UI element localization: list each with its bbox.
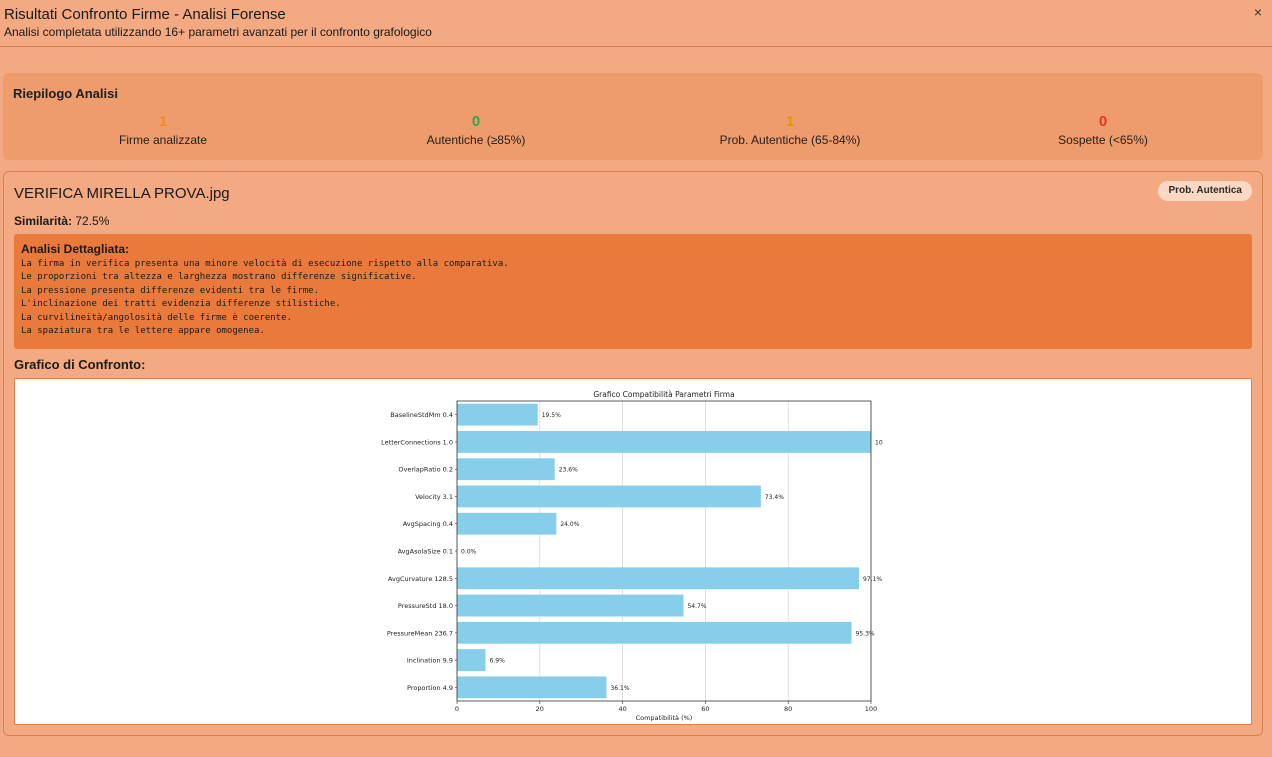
- detail-line: La pressione presenta differenze evident…: [21, 285, 320, 296]
- y-tick-label: BaselineStdMm 0.4: [390, 411, 453, 419]
- x-axis-label: Compatibilità (%): [636, 714, 693, 722]
- stat-label: Autentiche (≥85%): [426, 133, 526, 147]
- window-title: Risultati Confronto Firme - Analisi Fore…: [4, 6, 286, 23]
- bar: [457, 567, 859, 590]
- y-tick-label: Velocity 3.1: [415, 493, 453, 501]
- bar: [457, 512, 557, 535]
- x-tick-label: 80: [784, 705, 792, 713]
- stat-value: 1: [785, 113, 795, 130]
- stat-analyzed: 1 Firme analizzate: [13, 113, 313, 149]
- data-label: 19.5%: [542, 412, 561, 419]
- similarity-value: 72.5%: [75, 214, 110, 228]
- stat-label: Prob. Autentiche (65-84%): [719, 133, 861, 147]
- data-label: 24.0%: [560, 521, 579, 528]
- status-badge: Prob. Autentica: [1158, 181, 1252, 201]
- data-label: 0.0%: [461, 549, 477, 556]
- stat-label: Firme analizzate: [118, 133, 208, 147]
- summary-title: Riepilogo Analisi: [13, 86, 118, 101]
- summary-panel: Riepilogo Analisi 1 Firme analizzate 0 A…: [3, 73, 1263, 160]
- y-tick-label: Inclination 9.9: [407, 657, 453, 665]
- stat-value: 0: [1098, 113, 1108, 130]
- data-label: 10: [875, 439, 883, 446]
- y-tick-label: Proportion 4.9: [407, 684, 453, 692]
- window-subtitle: Analisi completata utilizzando 16+ param…: [4, 25, 432, 39]
- y-tick-label: AvgAsolaSize 0.1: [398, 548, 453, 556]
- bar: [457, 676, 607, 699]
- data-label: 73.4%: [765, 494, 784, 501]
- x-tick-label: 0: [455, 705, 459, 713]
- stat-value: 0: [471, 113, 481, 130]
- data-label: 54.7%: [687, 603, 706, 610]
- y-tick-label: AvgCurvature 128.5: [388, 575, 453, 583]
- x-tick-label: 40: [618, 705, 626, 713]
- bar: [457, 649, 486, 671]
- data-label: 6.9%: [490, 658, 506, 665]
- stat-suspicious: 0 Sospette (<65%): [953, 113, 1253, 149]
- similarity-label: Similarità:: [14, 214, 73, 228]
- data-label: 97.1%: [863, 576, 882, 583]
- chart-title: Grafico Compatibilità Parametri Firma: [593, 390, 734, 399]
- result-card: VERIFICA MIRELLA PROVA.jpg Prob. Autenti…: [3, 171, 1263, 736]
- chart-container: BaselineStdMm 0.4 19.5% LetterConnections …: [14, 378, 1252, 725]
- comparison-chart: BaselineStdMm 0.4 19.5% LetterConnections …: [381, 390, 883, 722]
- x-tick-label: 20: [536, 705, 544, 713]
- y-tick-label: PressureMean 236.7: [387, 629, 453, 637]
- y-tick-label: OverlapRatio 0.2: [398, 466, 453, 474]
- detail-line: Le proporzioni tra altezza e larghezza m…: [21, 272, 417, 283]
- detail-box: Analisi Dettagliata: La firma in verific…: [14, 234, 1252, 349]
- detail-title: Analisi Dettagliata:: [21, 242, 130, 256]
- close-icon[interactable]: ×: [1250, 4, 1266, 20]
- stat-authentic: 0 Autentiche (≥85%): [326, 113, 626, 149]
- result-filename: VERIFICA MIRELLA PROVA.jpg: [14, 185, 230, 202]
- x-tick-label: 60: [701, 705, 709, 713]
- bar: [457, 621, 852, 644]
- bar: [457, 594, 684, 617]
- y-tick-label: LetterConnections 1.0: [381, 438, 453, 446]
- y-tick-label: PressureStd 18.0: [398, 602, 453, 610]
- y-tick-label: AvgSpacing 0.4: [403, 520, 453, 528]
- bar: [457, 431, 871, 453]
- detail-line: La spaziatura tra le lettere appare omog…: [21, 326, 265, 337]
- stat-label: Sospette (<65%): [1058, 133, 1148, 147]
- x-tick-label: 100: [865, 705, 877, 713]
- bar: [457, 458, 555, 481]
- data-label: 36.1%: [610, 685, 629, 692]
- chart-section-title: Grafico di Confronto:: [14, 357, 146, 372]
- stat-probably-authentic: 1 Prob. Autentiche (65-84%): [640, 113, 940, 149]
- stat-value: 1: [158, 113, 168, 130]
- similarity-row: Similarità: 72.5%: [14, 214, 109, 228]
- data-label: 95.3%: [856, 630, 875, 637]
- detail-line: La curvilineità/angolosità delle firme è…: [21, 312, 292, 323]
- data-label: 23.6%: [559, 467, 578, 474]
- detail-line: L'inclinazione dei tratti evidenzia diff…: [21, 299, 341, 310]
- detail-line: La firma in verifica presenta una minore…: [21, 259, 509, 269]
- bar: [457, 403, 538, 426]
- window-header: Risultati Confronto Firme - Analisi Fore…: [0, 0, 1272, 47]
- bar: [457, 485, 761, 508]
